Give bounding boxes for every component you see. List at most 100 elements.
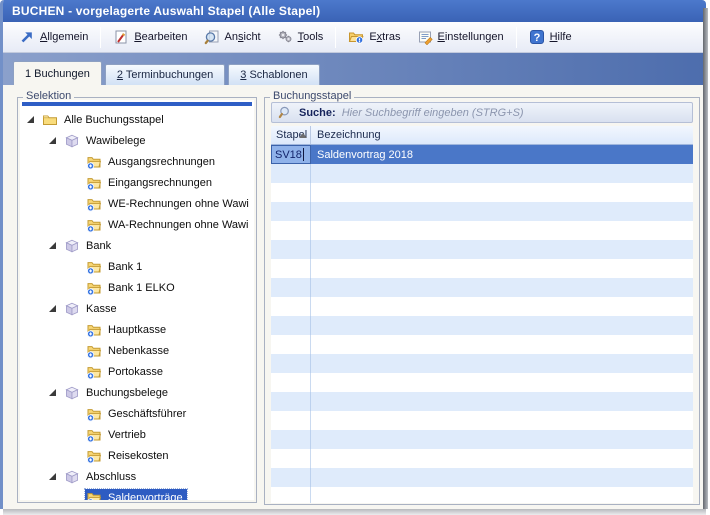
- tree-node-body[interactable]: Bank 1: [85, 258, 146, 276]
- tree-item[interactable]: Eingangsrechnungen: [20, 172, 254, 193]
- tree-item[interactable]: Nebenkasse: [20, 340, 254, 361]
- tree-item[interactable]: Bank: [20, 235, 254, 256]
- tree-node-body[interactable]: Nebenkasse: [85, 342, 173, 360]
- tree-item[interactable]: WA-Rechnungen ohne Wawi: [20, 214, 254, 235]
- stack-icon: [86, 448, 102, 464]
- tree-node-body[interactable]: Geschäftsführer: [85, 405, 190, 423]
- menu-extras[interactable]: Extras: [340, 26, 408, 48]
- table-row-empty[interactable]: [271, 487, 693, 503]
- expander-expanded-icon[interactable]: [48, 241, 63, 250]
- tree-item[interactable]: Reisekosten: [20, 445, 254, 466]
- tree-item[interactable]: Kasse: [20, 298, 254, 319]
- expander-expanded-icon[interactable]: [48, 472, 63, 481]
- tree-node-body[interactable]: WE-Rechnungen ohne Wawi: [85, 195, 253, 213]
- tree-node-body[interactable]: Bank: [63, 237, 115, 255]
- tree-item-label: Portokasse: [108, 366, 163, 378]
- table-row-empty[interactable]: [271, 392, 693, 411]
- stapel-cell-editor[interactable]: SV18: [271, 145, 311, 164]
- tree-item-label: Buchungsbelege: [86, 387, 168, 399]
- tree-node-body[interactable]: Reisekosten: [85, 447, 173, 465]
- stack-icon: [86, 406, 102, 422]
- tree-node-body[interactable]: Portokasse: [85, 363, 167, 381]
- table-row-empty[interactable]: [271, 278, 693, 297]
- menu-bearbeiten[interactable]: Bearbeiten: [105, 26, 195, 48]
- table-row-empty[interactable]: [271, 411, 693, 430]
- window-title: BUCHEN - vorgelagerte Auswahl Stapel (Al…: [3, 0, 706, 22]
- expander-expanded-icon[interactable]: [48, 304, 63, 313]
- menu-allgemein[interactable]: Allgemein: [11, 26, 96, 48]
- cube-icon: [64, 133, 80, 149]
- expander-expanded-icon[interactable]: [48, 388, 63, 397]
- tree-item[interactable]: Hauptkasse: [20, 319, 254, 340]
- table-row-empty[interactable]: [271, 221, 693, 240]
- table-row-empty[interactable]: [271, 240, 693, 259]
- menu-ansicht[interactable]: Ansicht: [196, 26, 269, 48]
- tree-node-body[interactable]: Eingangsrechnungen: [85, 174, 216, 192]
- table-row-empty[interactable]: [271, 354, 693, 373]
- expander-expanded-icon[interactable]: [48, 136, 63, 145]
- column-header-bezeichnung[interactable]: Bezeichnung: [311, 129, 381, 141]
- app-window: BUCHEN - vorgelagerte Auswahl Stapel (Al…: [0, 0, 706, 509]
- table-row[interactable]: SV18Saldenvortrag 2018: [271, 145, 693, 164]
- gears-icon: [277, 29, 293, 45]
- table-row-empty[interactable]: [271, 183, 693, 202]
- tree-node-body[interactable]: Hauptkasse: [85, 321, 170, 339]
- menu-einstellungen[interactable]: Einstellungen: [409, 26, 512, 48]
- tree-item[interactable]: Alle Buchungsstapel: [20, 109, 254, 130]
- tree-node-body[interactable]: Kasse: [63, 300, 121, 318]
- sort-ascending-icon: [299, 133, 307, 138]
- tree-item[interactable]: Saldenvorträge: [20, 487, 254, 500]
- table-row-empty[interactable]: [271, 449, 693, 468]
- table-row-empty[interactable]: [271, 259, 693, 278]
- table-row-empty[interactable]: [271, 164, 693, 183]
- menu-tools[interactable]: Tools: [269, 26, 332, 48]
- table-row-empty[interactable]: [271, 316, 693, 335]
- tree-node-body[interactable]: Ausgangsrechnungen: [85, 153, 219, 171]
- menu-separator: [335, 27, 336, 48]
- tree-item[interactable]: Portokasse: [20, 361, 254, 382]
- search-icon: [278, 105, 293, 120]
- expander-expanded-icon[interactable]: [26, 115, 41, 124]
- search-bar[interactable]: Suche:: [271, 102, 693, 123]
- tree-node-body[interactable]: Saldenvorträge: [85, 489, 187, 501]
- table-row-empty[interactable]: [271, 202, 693, 221]
- tree-item[interactable]: Abschluss: [20, 466, 254, 487]
- stack-icon: [86, 280, 102, 296]
- tree-node-body[interactable]: Alle Buchungsstapel: [41, 111, 168, 129]
- buchungsstapel-groupbox: Buchungsstapel Suche: Stapel Bezeichn: [264, 97, 700, 505]
- tree-item[interactable]: Buchungsbelege: [20, 382, 254, 403]
- tree-item[interactable]: Bank 1 ELKO: [20, 277, 254, 298]
- tree-item[interactable]: Bank 1: [20, 256, 254, 277]
- table-row-empty[interactable]: [271, 468, 693, 487]
- tree-node-body[interactable]: Abschluss: [63, 468, 140, 486]
- selektion-groupbox: Selektion Alle BuchungsstapelWawibelegeA…: [17, 97, 257, 503]
- tree-item[interactable]: Geschäftsführer: [20, 403, 254, 424]
- tab-buchungen[interactable]: 1 Buchungen: [13, 61, 102, 85]
- tab-schablonen[interactable]: 3 Schablonen: [228, 64, 319, 85]
- tree-node-body[interactable]: Wawibelege: [63, 132, 150, 150]
- tree-node-body[interactable]: Bank 1 ELKO: [85, 279, 179, 297]
- tree-item[interactable]: WE-Rechnungen ohne Wawi: [20, 193, 254, 214]
- stack-icon: [86, 322, 102, 338]
- stack-icon: [86, 490, 102, 501]
- stack-icon: [86, 175, 102, 191]
- table-row-empty[interactable]: [271, 373, 693, 392]
- tree-item[interactable]: Vertrieb: [20, 424, 254, 445]
- tab-terminbuchungen[interactable]: 2 Terminbuchungen: [105, 64, 225, 85]
- menu-separator: [100, 27, 101, 48]
- tree-node-body[interactable]: Buchungsbelege: [63, 384, 172, 402]
- tree-node-body[interactable]: Vertrieb: [85, 426, 150, 444]
- search-input[interactable]: [342, 107, 686, 119]
- table-row-empty[interactable]: [271, 335, 693, 354]
- tree-top-bar: [22, 102, 252, 106]
- table-row-empty[interactable]: [271, 297, 693, 316]
- column-header-stapel[interactable]: Stapel: [271, 126, 311, 144]
- table-row-empty[interactable]: [271, 430, 693, 449]
- menu-hilfe[interactable]: ? Hilfe: [521, 26, 580, 48]
- tree-item[interactable]: Wawibelege: [20, 130, 254, 151]
- buchungsstapel-groupbox-label: Buchungsstapel: [270, 90, 354, 102]
- tree-item[interactable]: Ausgangsrechnungen: [20, 151, 254, 172]
- tree-item-label: Wawibelege: [86, 135, 146, 147]
- stapel-table-header[interactable]: Stapel Bezeichnung: [271, 126, 693, 145]
- tree-node-body[interactable]: WA-Rechnungen ohne Wawi: [85, 216, 252, 234]
